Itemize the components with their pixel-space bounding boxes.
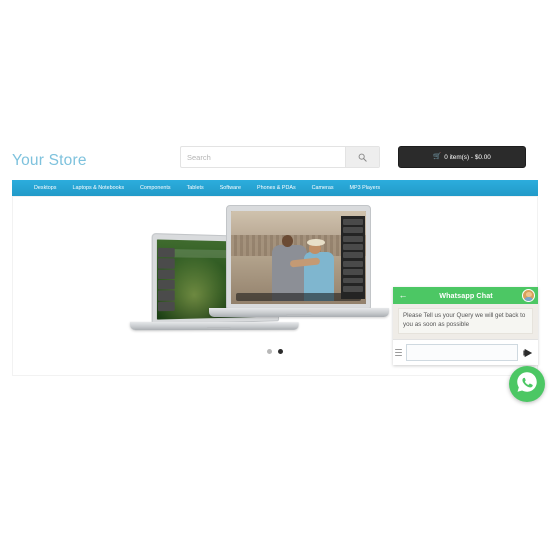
agent-avatar-icon[interactable] bbox=[522, 289, 535, 302]
nav-item-mp3-players[interactable]: MP3 Players bbox=[342, 180, 389, 196]
store-logo[interactable]: Your Store bbox=[12, 152, 87, 170]
nav-item-cameras[interactable]: Cameras bbox=[304, 180, 342, 196]
nav-item-components[interactable]: Components bbox=[132, 180, 179, 196]
nav-item-software[interactable]: Software bbox=[212, 180, 249, 196]
chat-message-input[interactable] bbox=[406, 344, 518, 361]
emoji-menu-icon[interactable] bbox=[395, 348, 402, 357]
page-root: Your Store 🛒 0 item(s) - $0.00 Desktops … bbox=[0, 0, 550, 550]
whatsapp-icon bbox=[515, 370, 539, 399]
nav-item-phones-pdas[interactable]: Phones & PDAs bbox=[249, 180, 304, 196]
laptop-front-screen-content bbox=[231, 211, 366, 304]
cart-total-label: 0 item(s) - $0.00 bbox=[444, 153, 491, 161]
chat-greeting-message: Please Tell us your Query we will get ba… bbox=[398, 308, 533, 334]
laptop-front-photo-rail bbox=[340, 215, 365, 300]
chat-message-area: Please Tell us your Query we will get ba… bbox=[393, 304, 538, 334]
chat-header: ← Whatsapp Chat bbox=[393, 287, 538, 304]
shopping-cart-icon: 🛒 bbox=[433, 152, 442, 160]
cart-button[interactable]: 🛒 0 item(s) - $0.00 bbox=[398, 146, 526, 168]
whatsapp-chat-widget: ← Whatsapp Chat Please Tell us your Quer… bbox=[393, 287, 538, 365]
search-bar bbox=[180, 146, 380, 168]
back-arrow-icon[interactable]: ← bbox=[396, 291, 410, 300]
nav-item-tablets[interactable]: Tablets bbox=[179, 180, 212, 196]
search-icon bbox=[358, 153, 367, 162]
chat-title: Whatsapp Chat bbox=[439, 291, 493, 300]
chat-input-bar bbox=[393, 339, 538, 365]
carousel-dot-2[interactable] bbox=[278, 349, 283, 354]
whatsapp-floating-button[interactable] bbox=[509, 366, 545, 402]
send-arrow-icon[interactable] bbox=[522, 347, 534, 359]
search-button[interactable] bbox=[345, 147, 379, 167]
carousel-dot-1[interactable] bbox=[267, 349, 272, 354]
laptop-back-thumbnails bbox=[157, 247, 175, 312]
main-navigation: Desktops Laptops & Notebooks Components … bbox=[12, 180, 538, 196]
search-input[interactable] bbox=[181, 147, 345, 167]
nav-item-desktops[interactable]: Desktops bbox=[26, 180, 64, 196]
nav-item-laptops-notebooks[interactable]: Laptops & Notebooks bbox=[64, 180, 132, 196]
